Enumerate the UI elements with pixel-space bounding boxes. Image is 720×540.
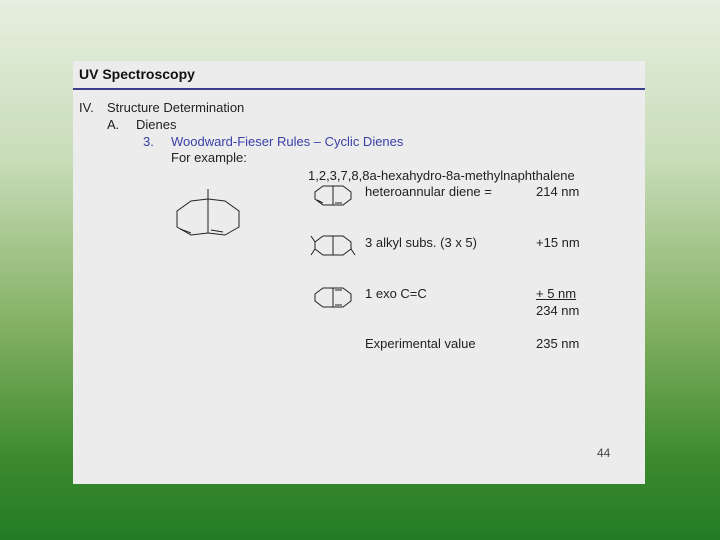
calc-row-2-label: 3 alkyl subs. (3 x 5) (365, 235, 477, 250)
outline-level1-number: IV. (79, 100, 94, 115)
title-divider (73, 88, 645, 90)
compound-name: 1,2,3,7,8,8a-hexahydro-8a-methylnaphthal… (308, 168, 575, 183)
experimental-value: 235 nm (536, 336, 580, 351)
outline-level1-text: Structure Determination (107, 100, 245, 115)
calc-row-1-value: 214 nm (536, 184, 580, 199)
outline-level3-text: Woodward-Fieser Rules – Cyclic Dienes (171, 134, 404, 149)
calc-row-3-label: 1 exo C=C (365, 286, 427, 301)
slide: UV Spectroscopy IV. Structure Determinat… (73, 61, 645, 484)
page-number: 44 (597, 446, 611, 460)
calculated-total: 234 nm (536, 303, 580, 318)
outline-level2-number: A. (107, 117, 120, 132)
main-structure-diagram (176, 189, 240, 236)
structure-heteroannular-diene (314, 185, 352, 206)
structure-exo-double-bond (314, 287, 352, 308)
structure-alkyl-substituents (310, 235, 356, 256)
experimental-label: Experimental value (365, 336, 476, 351)
slide-title: UV Spectroscopy (79, 66, 195, 82)
example-label: For example: (171, 150, 247, 165)
calc-row-2-value: +15 nm (536, 235, 580, 250)
outline-level3-number: 3. (143, 134, 154, 149)
outline-level2-text: Dienes (136, 117, 177, 132)
calc-row-1-label: heteroannular diene = (365, 184, 492, 199)
calc-row-3-value: + 5 nm (536, 286, 577, 301)
